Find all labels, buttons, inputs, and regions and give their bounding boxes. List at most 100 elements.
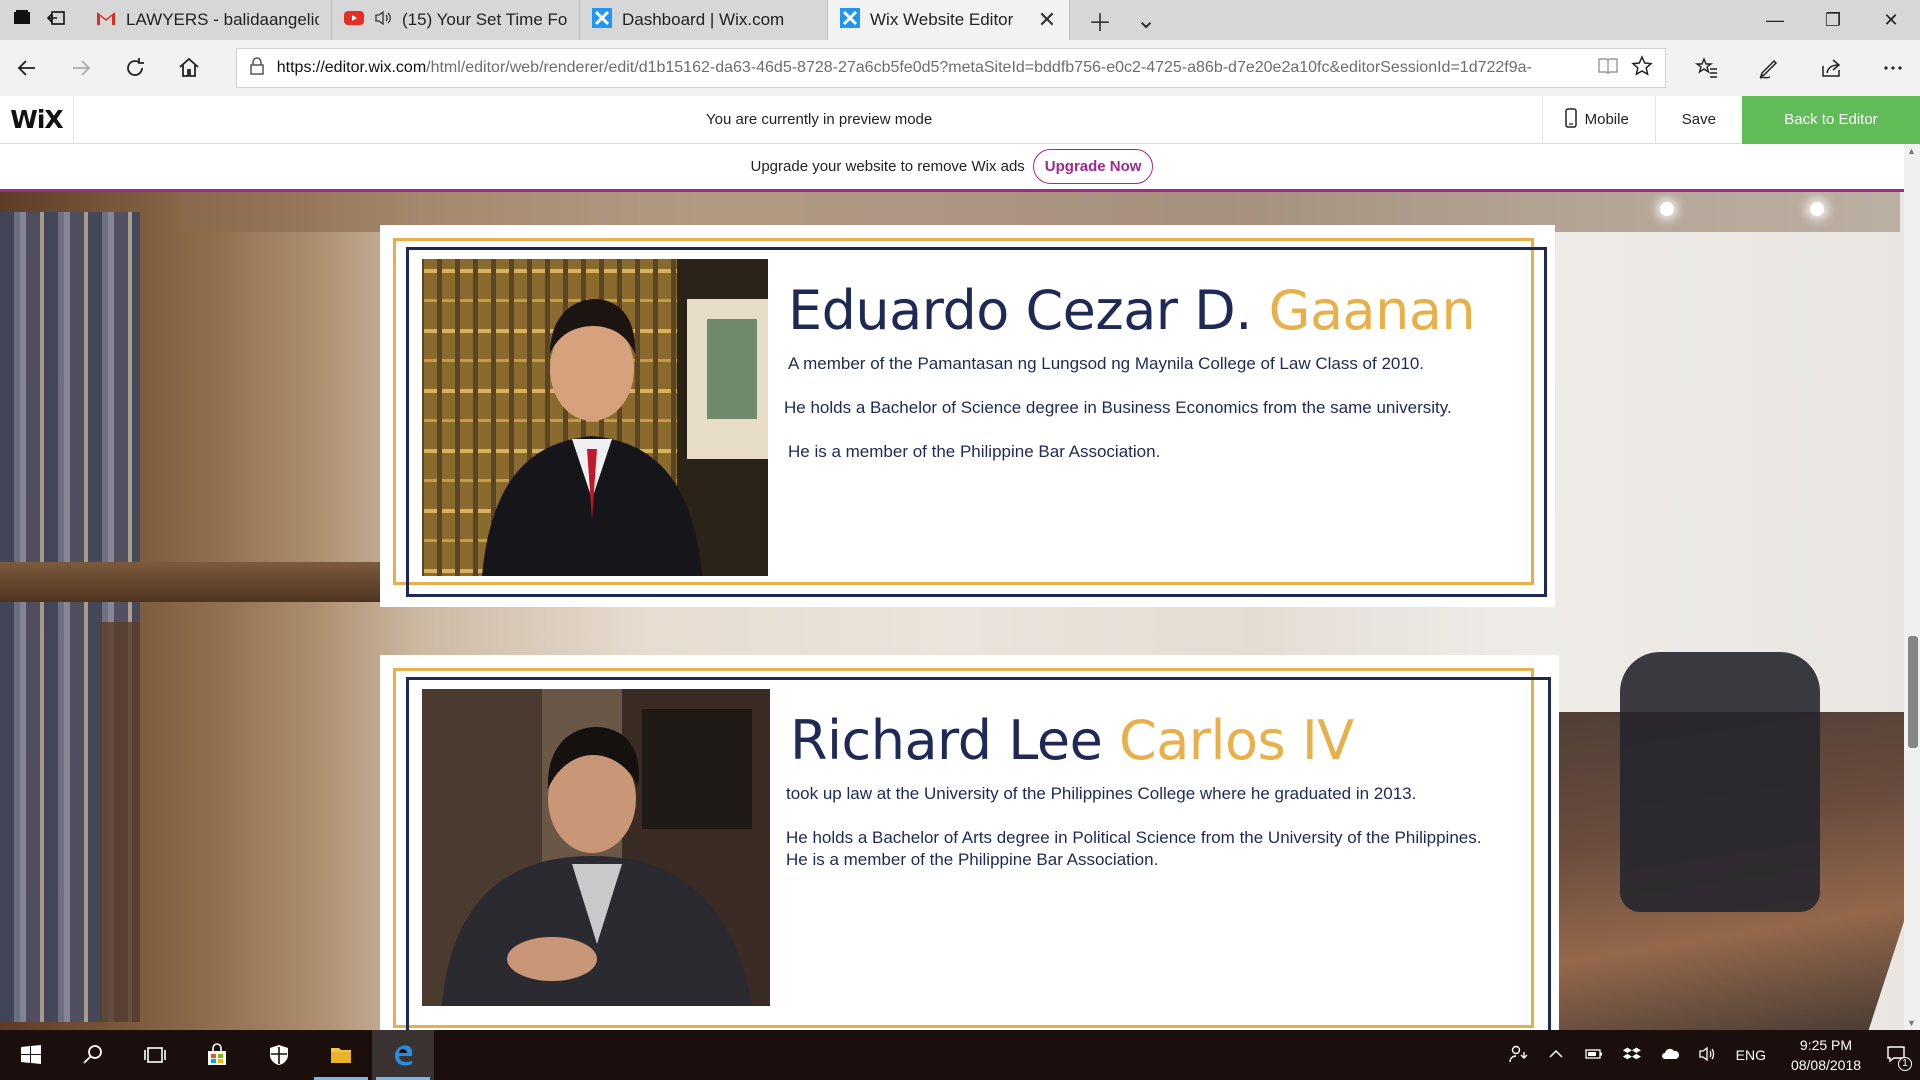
taskbar-security[interactable] [248,1030,310,1080]
tab-title: LAWYERS - balidaangelica@ [126,10,319,29]
upgrade-banner: Upgrade your website to remove Wix ads U… [0,144,1904,192]
back-to-editor-button[interactable]: Back to Editor [1742,95,1920,144]
clock[interactable]: 9:25 PM 08/08/2018 [1784,1035,1868,1075]
background-chair [1620,652,1820,912]
mobile-phone-icon [1564,107,1577,132]
task-view-button[interactable] [124,1030,186,1080]
back-arrow-icon [17,60,35,76]
forward-arrow-icon [72,60,91,76]
edge-browser-icon [395,1045,413,1066]
close-window-button[interactable]: ✕ [1862,0,1920,40]
taskbar-edge[interactable] [372,1030,434,1080]
action-center-button[interactable]: 1 [1886,1044,1912,1071]
window-controls: — ❐ ✕ [1746,0,1920,40]
tab-preview-chevron-icon[interactable]: ⌄ [1136,6,1156,35]
battery-icon[interactable] [1584,1044,1604,1067]
refresh-button[interactable] [108,40,162,96]
search-button[interactable] [62,1030,124,1080]
store-bag-icon [208,1043,226,1065]
search-icon [83,1045,102,1064]
show-hidden-icons-chevron-icon[interactable] [1546,1044,1566,1067]
browser-tab-strip: LAWYERS - balidaangelica@ (15) Your Set … [0,0,1920,40]
favorites-list-icon [1695,57,1718,78]
lawyer-last-name: Gaanan [1268,279,1476,342]
clock-time: 9:25 PM [1799,1037,1853,1053]
url-host: https://editor.wix.com [276,59,427,76]
tab-title: Dashboard | Wix.com [622,10,785,29]
minimize-button[interactable]: — [1746,0,1804,40]
save-button[interactable]: Save [1654,95,1742,144]
site-page: Eduardo Cezar D. Gaanan A member of the … [0,192,1904,1030]
wix-preview-bar: WiX You are currently in preview mode Mo… [0,95,1920,144]
pen-icon [1759,59,1778,79]
forward-button[interactable] [54,40,108,96]
restore-button[interactable]: ❐ [1804,0,1862,40]
lawyer-name: Eduardo Cezar D. Gaanan [788,279,1476,342]
taskbar-store[interactable] [186,1030,248,1080]
upgrade-message: Upgrade your website to remove Wix ads [750,158,1025,175]
task-view-icon [144,1047,166,1063]
scroll-up-arrow-icon[interactable]: ▲ [1907,146,1916,156]
lawyer-bio-line: A member of the Pamantasan ng Lungsod ng… [788,354,1424,373]
notification-count: 1 [1898,1056,1912,1071]
reading-view-icon[interactable] [1597,56,1619,81]
scroll-thumb[interactable] [1908,636,1918,748]
mobile-label: Mobile [1584,111,1629,128]
home-icon [179,57,199,77]
tab-gmail[interactable]: LAWYERS - balidaangelica@ [84,0,332,40]
wix-preview-actions: Mobile Save Back to Editor [1541,95,1920,144]
background-ceiling-light [1660,202,1674,216]
tab-title: (15) Your Set Time For I [402,10,567,29]
url-text[interactable]: https://editor.wix.com/html/editor/web/r… [277,59,1585,77]
lawyer-bio-line: He holds a Bachelor of Science degree in… [784,398,1452,417]
back-button[interactable] [0,40,54,96]
wix-logo: WiX [0,95,74,144]
set-tabs-aside-icon[interactable] [46,8,66,33]
address-bar[interactable]: https://editor.wix.com/html/editor/web/r… [235,48,1667,88]
more-dots-icon [1884,66,1902,70]
scroll-down-arrow-icon[interactable]: ▼ [1907,1018,1916,1028]
tab-title: Wix Website Editor [870,10,1014,29]
upgrade-now-button[interactable]: Upgrade Now [1032,149,1154,184]
web-note-button[interactable] [1742,40,1796,96]
start-button[interactable] [0,1030,62,1080]
page-scrollbar[interactable]: ▲ ▼ [1904,144,1920,1030]
tab-wix-dashboard[interactable]: Dashboard | Wix.com [580,0,828,40]
mobile-view-button[interactable]: Mobile [1541,95,1655,144]
lawyer-last-name: Carlos IV [1118,709,1354,772]
more-button[interactable] [1866,40,1920,96]
background-ceiling-light [1810,202,1824,216]
onedrive-cloud-icon[interactable] [1660,1044,1680,1067]
favorites-hub-button[interactable] [1680,40,1734,96]
lawyer-bio-line: He is a member of the Philippine Bar Ass… [788,442,1161,461]
volume-icon[interactable] [1698,1044,1718,1067]
favorite-star-icon[interactable] [1631,54,1653,82]
lawyer-card: Eduardo Cezar D. Gaanan A member of the … [380,225,1555,607]
close-tab-icon[interactable]: ✕ [1037,7,1057,33]
input-language[interactable]: ENG [1736,1047,1766,1063]
gmail-icon [96,10,116,31]
new-tab-icon[interactable]: ＋ [1088,3,1112,38]
wix-icon [840,7,860,33]
lawyer-bio-line: He holds a Bachelor of Arts degree in Po… [786,828,1482,869]
url-path: /html/editor/web/renderer/edit/d1b15162-… [426,59,1532,76]
youtube-icon [344,10,364,30]
shield-icon [270,1045,288,1065]
taskbar-file-explorer[interactable] [310,1030,372,1080]
lawyer-first-name: Eduardo Cezar D. [788,279,1252,342]
tab-youtube[interactable]: (15) Your Set Time For I [332,0,580,40]
people-icon[interactable] [1508,1044,1528,1067]
system-tray: ENG 9:25 PM 08/08/2018 1 [1508,1035,1920,1075]
lawyer-name: Richard Lee Carlos IV [790,709,1354,772]
dropbox-icon[interactable] [1622,1044,1642,1067]
tab-wix-editor[interactable]: Wix Website Editor ✕ [828,0,1070,40]
tab-manager-icon[interactable] [12,8,32,33]
browser-toolbar-right [1680,40,1920,96]
share-icon [1822,59,1841,77]
share-button[interactable] [1804,40,1858,96]
windows-logo-icon [21,1045,41,1064]
home-button[interactable] [162,40,216,96]
folder-icon [331,1048,351,1063]
audio-playing-icon[interactable] [374,10,392,31]
background-shelf-post [100,622,140,1022]
